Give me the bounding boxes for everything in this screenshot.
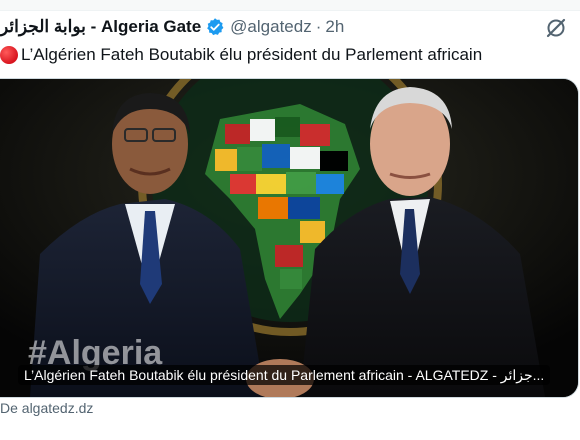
tweet-timestamp[interactable]: 2h xyxy=(325,17,344,37)
author-handle[interactable]: @algatedz xyxy=(230,17,312,37)
link-card[interactable]: #Algeria L’Algérien Fateh Boutabik élu p… xyxy=(0,78,579,398)
tweet-text: L’Algérien Fateh Boutabik élu président … xyxy=(0,42,482,68)
grok-icon[interactable] xyxy=(544,16,568,40)
verified-badge-icon xyxy=(205,17,225,37)
tweet[interactable]: بوابة الجزائر - Algeria Gate @algatedz ·… xyxy=(0,0,580,430)
red-circle-icon xyxy=(0,46,18,64)
tweet-header: بوابة الجزائر - Algeria Gate @algatedz ·… xyxy=(0,14,344,40)
card-source-link[interactable]: De algatedz.dz xyxy=(0,400,93,416)
card-image: #Algeria xyxy=(0,79,578,397)
separator-dot: · xyxy=(315,17,322,36)
card-caption: L’Algérien Fateh Boutabik élu président … xyxy=(18,365,551,385)
author-display-name[interactable]: بوابة الجزائر - Algeria Gate xyxy=(0,17,201,37)
tweet-text-content: L’Algérien Fateh Boutabik élu président … xyxy=(21,45,483,64)
